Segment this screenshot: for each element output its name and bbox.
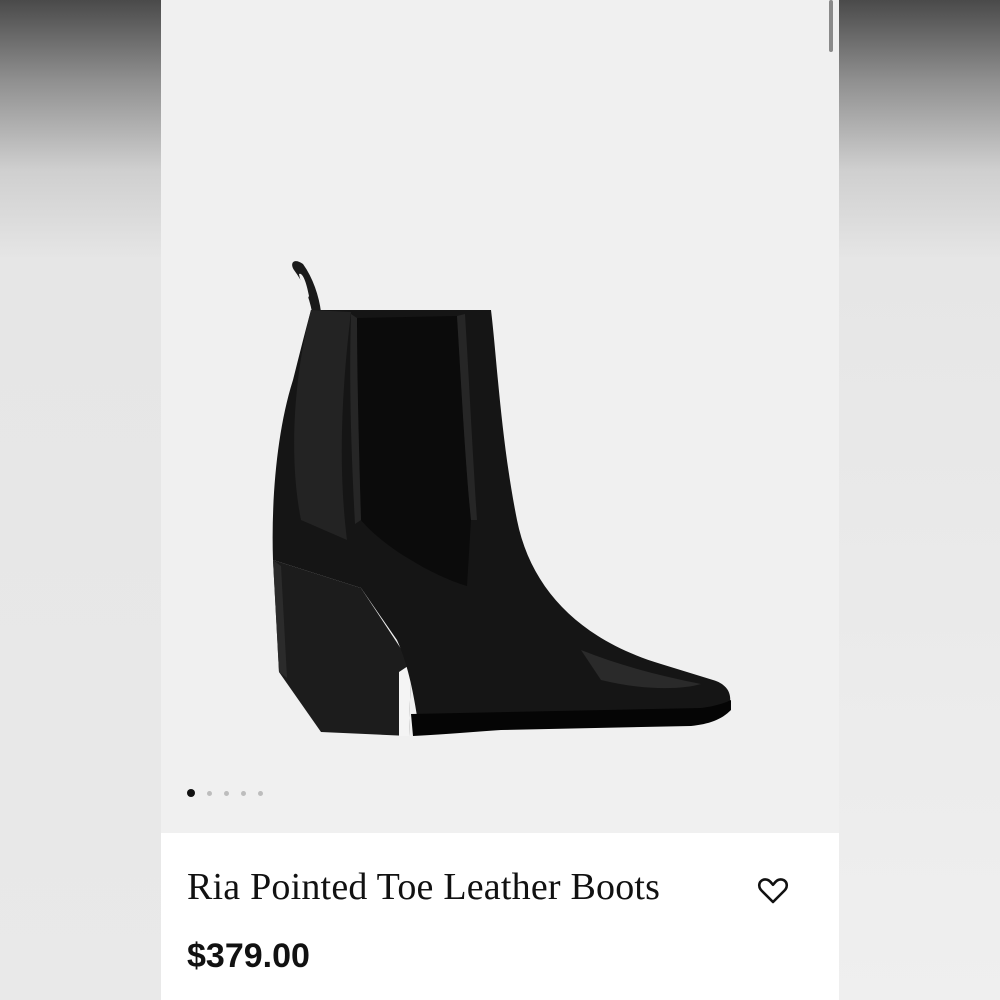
product-image-boot bbox=[272, 261, 731, 736]
heart-outline-icon bbox=[757, 878, 789, 904]
product-title: Ria Pointed Toe Leather Boots bbox=[187, 866, 661, 908]
pagination-dot[interactable] bbox=[224, 790, 229, 796]
product-info-panel: Ria Pointed Toe Leather Boots $379.00 bbox=[161, 833, 839, 1000]
product-image-gallery[interactable] bbox=[161, 0, 839, 833]
product-screen: Ria Pointed Toe Leather Boots $379.00 bbox=[161, 0, 839, 1000]
blurred-background-right bbox=[839, 0, 1000, 1000]
scroll-indicator bbox=[829, 0, 833, 52]
pagination-dot[interactable] bbox=[241, 790, 246, 796]
pagination-dot[interactable] bbox=[258, 790, 263, 796]
wishlist-button[interactable] bbox=[755, 873, 791, 909]
pagination-dot-active[interactable] bbox=[187, 789, 195, 797]
product-price: $379.00 bbox=[187, 937, 310, 975]
blurred-background-left bbox=[0, 0, 161, 1000]
gallery-pagination bbox=[187, 789, 263, 797]
pagination-dot[interactable] bbox=[207, 790, 212, 796]
